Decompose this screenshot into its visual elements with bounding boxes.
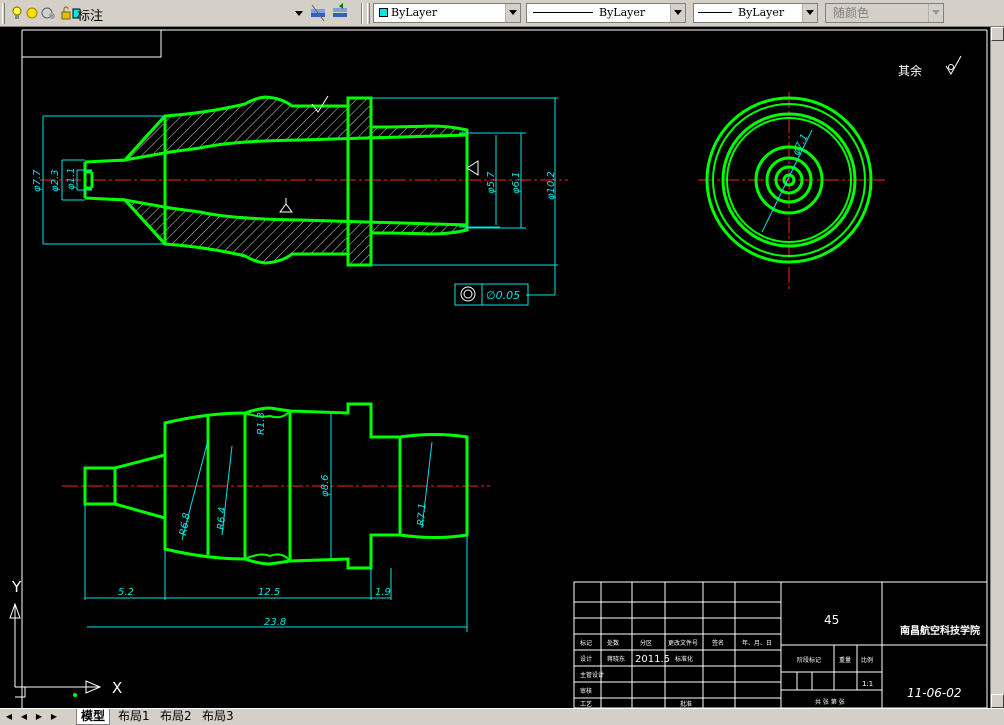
lineweight-control-combo[interactable]: ByLayer [693,3,818,23]
svg-text:工艺: 工艺 [580,700,592,708]
svg-text:阶段标记: 阶段标记 [797,656,821,664]
dim-l19: 1.9 [375,587,391,598]
tab-model[interactable]: 模型 [76,709,111,725]
lineweight-preview [698,11,732,13]
svg-text:更改文件号: 更改文件号 [668,639,698,647]
dim-l125: 12.5 [258,587,280,598]
toolbar-grip[interactable] [367,3,370,24]
tolerance-frame: ∅0.05 [454,283,529,306]
vertical-scrollbar[interactable] [990,27,1004,708]
layer-name: 标注 [77,9,104,24]
properties-toolbar: 标注 ByLayer ByLayer ByLayer 随颜色 [0,0,1004,27]
make-current-layer-icon[interactable] [311,4,325,22]
dim-r64: R6.4 [216,507,229,531]
plotstyle-control-combo[interactable]: 随颜色 [825,3,944,23]
concentricity-icon [460,286,476,302]
dim-r18: R1.8 [256,412,267,435]
lineweight-dropdown-button[interactable] [802,4,817,22]
ucs-x-label: X [112,679,122,697]
layer-tools [311,3,347,22]
dim-r68: R6.8 [178,512,193,536]
model-space-canvas[interactable]: 其余 φ7.7 φ2.3 φ1.1 φ5.7 φ6.1 φ10.2 ∅0.05 … [0,27,990,708]
section-hatch-bottom [120,197,469,267]
svg-text:签名: 签名 [712,639,724,647]
dim-d23: φ2.3 [50,170,61,193]
prev-tab-button[interactable]: ◀ [18,711,30,723]
ucs-icon [9,602,102,698]
tolerance-value: ∅0.05 [486,289,520,302]
end-view: φ7.1 [698,92,885,290]
svg-text:主管设计: 主管设计 [580,671,604,679]
linetype-dropdown-button[interactable] [670,4,685,22]
dim-d57: φ5.7 [486,171,497,194]
front-view: R1.8 φ8.6 R6.8 R6.4 R7.1 5.2 12.5 1.9 23… [62,402,490,632]
roughness-note-text: 其余 [898,63,922,78]
linetype-preview [533,11,593,13]
svg-text:蒋晓东: 蒋晓东 [607,655,625,663]
plotstyle-dropdown-button[interactable] [928,4,943,22]
svg-text:批准: 批准 [680,700,692,708]
section-view: φ7.7 φ2.3 φ1.1 φ5.7 φ6.1 φ10.2 ∅0.05 [32,95,568,306]
next-tab-button[interactable]: ▶ [33,711,45,723]
scroll-down-button[interactable] [991,694,1004,708]
layer-previous-icon[interactable] [333,3,347,17]
lineweight-control-value: ByLayer [738,6,785,19]
dim-l52: 5.2 [118,587,134,598]
dim-d77: φ7.7 [32,169,43,192]
dim-d11: φ1.1 [66,168,77,191]
dim-d61: φ6.1 [511,172,522,195]
svg-text:标准化: 标准化 [675,655,693,663]
linetype-control-value: ByLayer [599,6,646,19]
scale: 1:1 [862,680,873,688]
roughness-note: 其余 [898,55,962,78]
color-dropdown-button[interactable] [505,4,520,22]
linetype-control-combo[interactable]: ByLayer [526,3,686,23]
drawing-svg: 其余 φ7.7 φ2.3 φ1.1 φ5.7 φ6.1 φ10.2 ∅0.05 … [9,29,988,708]
scroll-up-button[interactable] [991,27,1004,41]
color-swatch [379,7,388,17]
roughness-symbol-icon [945,55,962,75]
color-control-combo[interactable]: ByLayer [373,3,521,23]
dim-d102: φ10.2 [546,171,557,200]
last-tab-button[interactable]: ▶ [48,711,60,723]
tab-layout3[interactable]: 布局3 [198,709,238,725]
svg-text:比例: 比例 [861,656,873,664]
first-tab-button[interactable]: ◀ [3,711,15,723]
svg-text:重量: 重量 [839,656,851,664]
plotstyle-control-value: 随颜色 [833,6,870,20]
frame-corner-box [21,30,162,58]
svg-text:审核: 审核 [580,687,592,695]
material: 45 [824,613,839,627]
tab-layout2[interactable]: 布局2 [156,709,196,725]
svg-text:设计: 设计 [580,655,592,663]
dim-d86: φ8.6 [320,475,331,498]
layer-dropdown-button[interactable] [292,3,307,23]
section-hatch-top [120,95,469,163]
svg-text:处数: 处数 [607,639,619,647]
title-block: 45 南昌航空科技学院 11-06-02 2011.5 1:1 标记 处数 分区… [573,581,988,708]
toolbar-separator [361,3,363,24]
dim-l238: 23.8 [264,617,286,628]
ucs-y-label: Y [11,578,22,596]
dim-r71: R7.1 [416,503,429,527]
color-control-value: ByLayer [391,6,438,19]
institution-name: 南昌航空科技学院 [900,624,980,637]
svg-text:标记: 标记 [580,639,592,647]
front-dims [84,413,468,632]
layout-tabs-bar: ◀ ◀ ▶ ▶ 模型 布局1 布局2 布局3 [0,708,1004,725]
tab-layout1[interactable]: 布局1 [114,709,154,725]
svg-text:年、月、日: 年、月、日 [742,639,772,647]
svg-text:分区: 分区 [640,639,652,647]
drawing-number: 11-06-02 [907,686,961,700]
date: 2011.5 [635,654,670,665]
svg-text:共 张 第 张: 共 张 第 张 [815,698,845,706]
